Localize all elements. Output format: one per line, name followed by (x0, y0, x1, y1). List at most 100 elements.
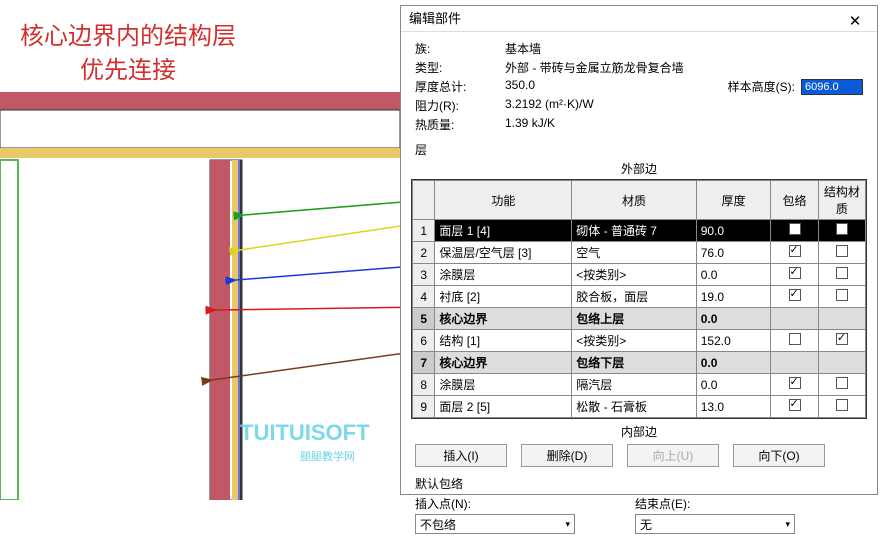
cell-thickness[interactable]: 0.0 (696, 308, 771, 330)
drawing-canvas: 核心边界内的结构层 优先连接 TUITUISOFT 腿腿教学网 (0, 0, 400, 500)
cell-material[interactable]: <按类别> (572, 330, 696, 352)
move-down-button[interactable]: 向下(O) (733, 444, 825, 467)
delete-button[interactable]: 删除(D) (521, 444, 613, 467)
cell-wrap[interactable] (771, 330, 818, 352)
chevron-down-icon: ▾ (565, 519, 570, 530)
struct-checkbox[interactable] (836, 399, 848, 411)
cell-struct[interactable] (818, 352, 865, 374)
cell-struct[interactable] (818, 308, 865, 330)
insert-button[interactable]: 插入(I) (415, 444, 507, 467)
table-row[interactable]: 2 保温层/空气层 [3] 空气 76.0 (413, 242, 866, 264)
sample-height-input[interactable] (801, 79, 863, 95)
close-button[interactable]: ✕ (841, 9, 869, 29)
cell-wrap[interactable] (771, 396, 818, 418)
cell-material[interactable]: 松散 - 石膏板 (572, 396, 696, 418)
cell-function[interactable]: 核心边界 (435, 308, 572, 330)
cell-function[interactable]: 结构 [1] (435, 330, 572, 352)
struct-checkbox[interactable] (836, 333, 848, 345)
watermark-sub: 腿腿教学网 (300, 448, 355, 464)
chevron-down-icon: ▾ (785, 519, 790, 530)
wrap-checkbox[interactable] (789, 289, 801, 301)
cell-function[interactable]: 面层 2 [5] (435, 396, 572, 418)
cell-thickness[interactable]: 0.0 (696, 352, 771, 374)
layers-table[interactable]: 功能 材质 厚度 包络 结构材质 1 面层 1 [4] 砌体 - 普通砖 7 9… (412, 180, 866, 418)
cell-thickness[interactable]: 76.0 (696, 242, 771, 264)
wrap-checkbox[interactable] (789, 333, 801, 345)
cell-wrap[interactable] (771, 264, 818, 286)
cell-material[interactable]: 隔汽层 (572, 374, 696, 396)
cell-wrap[interactable] (771, 308, 818, 330)
cell-struct[interactable] (818, 286, 865, 308)
cell-material[interactable]: <按类别> (572, 264, 696, 286)
cell-thickness[interactable]: 19.0 (696, 286, 771, 308)
table-row[interactable]: 4 衬底 [2] 胶合板，面层 19.0 (413, 286, 866, 308)
row-index: 5 (413, 308, 435, 330)
type-value: 外部 - 带砖与金属立筋龙骨复合墙 (505, 59, 863, 76)
table-row[interactable]: 9 面层 2 [5] 松散 - 石膏板 13.0 (413, 396, 866, 418)
cell-function[interactable]: 面层 1 [4] (435, 220, 572, 242)
cell-thickness[interactable]: 13.0 (696, 396, 771, 418)
table-row[interactable]: 1 面层 1 [4] 砌体 - 普通砖 7 90.0 (413, 220, 866, 242)
cell-material[interactable]: 砌体 - 普通砖 7 (572, 220, 696, 242)
cell-function[interactable]: 涂膜层 (435, 264, 572, 286)
cell-thickness[interactable]: 0.0 (696, 374, 771, 396)
cell-struct[interactable] (818, 330, 865, 352)
row-index: 6 (413, 330, 435, 352)
default-wrap-section: 默认包络 插入点(N): 不包络 ▾ 结束点(E): 无 ▾ (401, 469, 877, 540)
table-row[interactable]: 8 涂膜层 隔汽层 0.0 (413, 374, 866, 396)
cell-struct[interactable] (818, 242, 865, 264)
col-thickness: 厚度 (696, 181, 771, 220)
total-thickness-label: 厚度总计: (415, 78, 505, 95)
wrap-checkbox[interactable] (789, 399, 801, 411)
cell-material[interactable]: 空气 (572, 242, 696, 264)
cell-struct[interactable] (818, 264, 865, 286)
struct-checkbox[interactable] (836, 245, 848, 257)
cell-struct[interactable] (818, 374, 865, 396)
cell-function[interactable]: 核心边界 (435, 352, 572, 374)
end-point-label: 结束点(E): (635, 495, 795, 512)
cell-material[interactable]: 包络上层 (572, 308, 696, 330)
table-row[interactable]: 7 核心边界 包络下层 0.0 (413, 352, 866, 374)
wrap-checkbox[interactable] (789, 377, 801, 389)
cell-struct[interactable] (818, 396, 865, 418)
cell-function[interactable]: 涂膜层 (435, 374, 572, 396)
cell-wrap[interactable] (771, 220, 818, 242)
cell-struct[interactable] (818, 220, 865, 242)
cell-wrap[interactable] (771, 352, 818, 374)
table-row[interactable]: 5 核心边界 包络上层 0.0 (413, 308, 866, 330)
struct-checkbox[interactable] (836, 377, 848, 389)
table-row[interactable]: 6 结构 [1] <按类别> 152.0 (413, 330, 866, 352)
insert-point-label: 插入点(N): (415, 495, 575, 512)
end-point-dropdown[interactable]: 无 ▾ (635, 514, 795, 534)
struct-checkbox[interactable] (836, 289, 848, 301)
cell-wrap[interactable] (771, 374, 818, 396)
cell-wrap[interactable] (771, 286, 818, 308)
layers-section-label: 层 (401, 139, 877, 160)
move-up-button[interactable]: 向上(U) (627, 444, 719, 467)
row-index: 7 (413, 352, 435, 374)
col-material: 材质 (572, 181, 696, 220)
cell-thickness[interactable]: 0.0 (696, 264, 771, 286)
dialog-titlebar[interactable]: 编辑部件 ✕ (401, 6, 877, 32)
insert-point-dropdown[interactable]: 不包络 ▾ (415, 514, 575, 534)
wrap-checkbox[interactable] (789, 223, 801, 235)
layers-table-container: 功能 材质 厚度 包络 结构材质 1 面层 1 [4] 砌体 - 普通砖 7 9… (411, 179, 867, 419)
wrap-checkbox[interactable] (789, 245, 801, 257)
dialog-title-text: 编辑部件 (409, 6, 461, 32)
total-thickness-value: 350.0 (505, 78, 698, 95)
col-wrap: 包络 (771, 181, 818, 220)
cell-material[interactable]: 胶合板，面层 (572, 286, 696, 308)
row-index: 1 (413, 220, 435, 242)
cell-function[interactable]: 保温层/空气层 [3] (435, 242, 572, 264)
type-label: 类型: (415, 59, 505, 76)
struct-checkbox[interactable] (836, 223, 848, 235)
cell-function[interactable]: 衬底 [2] (435, 286, 572, 308)
cell-thickness[interactable]: 152.0 (696, 330, 771, 352)
family-value: 基本墙 (505, 40, 863, 57)
cell-material[interactable]: 包络下层 (572, 352, 696, 374)
cell-wrap[interactable] (771, 242, 818, 264)
table-row[interactable]: 3 涂膜层 <按类别> 0.0 (413, 264, 866, 286)
struct-checkbox[interactable] (836, 267, 848, 279)
wrap-checkbox[interactable] (789, 267, 801, 279)
cell-thickness[interactable]: 90.0 (696, 220, 771, 242)
